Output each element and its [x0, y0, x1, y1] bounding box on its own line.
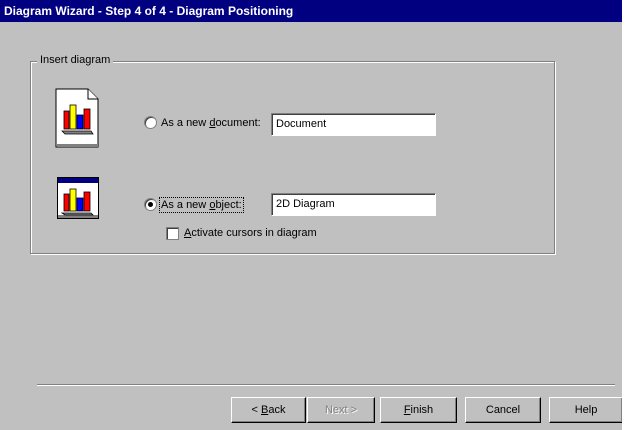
activate-cursors-label-rest: ctivate cursors in diagram	[191, 227, 317, 239]
new-object-label-rest: bject:	[215, 199, 242, 211]
back-prefix: <	[251, 404, 261, 416]
wizard-dialog: Diagram Wizard - Step 4 of 4 - Diagram P…	[0, 0, 623, 430]
finish-access-key: F	[403, 404, 411, 416]
chart-document-icon	[55, 88, 99, 148]
activate-cursors-checkbox[interactable]	[166, 227, 179, 240]
document-name-field[interactable]: Document	[271, 113, 436, 136]
new-object-label-text: As a new	[161, 199, 210, 211]
object-name-value: 2D Diagram	[276, 198, 335, 210]
window-edge	[622, 0, 626, 430]
help-button[interactable]: Help	[549, 397, 623, 423]
new-document-label-rest: ocument:	[215, 117, 261, 129]
cancel-button[interactable]: Cancel	[465, 397, 541, 423]
new-object-label[interactable]: As a new object:	[159, 197, 244, 213]
new-document-label[interactable]: As a new document:	[161, 117, 261, 129]
window-title: Diagram Wizard - Step 4 of 4 - Diagram P…	[4, 4, 294, 18]
next-label: Next >	[324, 404, 358, 416]
insert-diagram-group	[30, 61, 555, 254]
finish-button[interactable]: Finish	[380, 397, 457, 423]
object-name-field[interactable]: 2D Diagram	[271, 193, 436, 216]
chart-window-icon	[57, 177, 99, 219]
new-document-label-text: As a new	[161, 117, 210, 129]
group-label: Insert diagram	[37, 54, 114, 66]
help-label: Help	[574, 404, 598, 416]
back-button[interactable]: < Back	[231, 397, 306, 423]
document-name-value: Document	[276, 118, 327, 130]
button-separator	[37, 384, 615, 386]
title-bar[interactable]: Diagram Wizard - Step 4 of 4 - Diagram P…	[0, 0, 622, 22]
back-label-rest: ack	[268, 404, 286, 416]
next-button[interactable]: Next >	[307, 397, 375, 423]
cancel-label: Cancel	[485, 404, 521, 416]
finish-label-rest: inish	[410, 404, 434, 416]
new-document-radio[interactable]	[144, 116, 157, 129]
new-object-radio[interactable]	[144, 198, 157, 211]
activate-cursors-label[interactable]: Activate cursors in diagram	[184, 227, 317, 239]
